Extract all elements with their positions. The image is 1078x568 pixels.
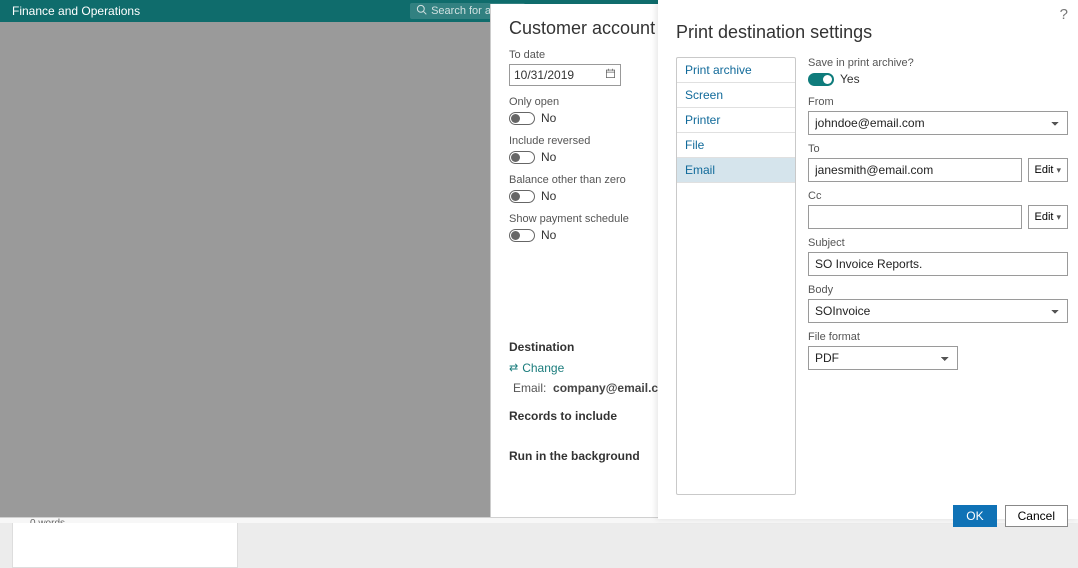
cc-edit-label: Edit <box>1035 211 1054 223</box>
only-open-value: No <box>541 111 556 125</box>
cc-label: Cc <box>808 190 1068 202</box>
to-edit-button[interactable]: Edit ▾ <box>1028 158 1069 182</box>
tab-file[interactable]: File <box>677 133 795 158</box>
help-icon[interactable]: ? <box>1060 6 1068 23</box>
body-select[interactable]: SOInvoice <box>808 299 1068 323</box>
file-format-select[interactable]: PDF <box>808 346 958 370</box>
chevron-down-icon: ▾ <box>1056 212 1061 223</box>
to-date-value: 10/31/2019 <box>514 68 574 82</box>
cc-input[interactable] <box>808 205 1022 229</box>
balance-value: No <box>541 189 556 203</box>
include-reversed-toggle[interactable] <box>509 151 535 164</box>
tab-printer[interactable]: Printer <box>677 108 795 133</box>
from-select[interactable]: johndoe@email.com <box>808 111 1068 135</box>
file-format-label: File format <box>808 331 1068 343</box>
balance-toggle[interactable] <box>509 190 535 203</box>
cc-edit-button[interactable]: Edit ▾ <box>1028 205 1069 229</box>
archive-toggle[interactable] <box>808 73 834 86</box>
tab-email[interactable]: Email <box>677 158 795 183</box>
include-reversed-value: No <box>541 150 556 164</box>
destination-tabs: Print archive Screen Printer File Email <box>676 57 796 495</box>
dialog-footer: OK Cancel <box>676 505 1068 527</box>
cancel-button[interactable]: Cancel <box>1005 505 1068 527</box>
only-open-toggle[interactable] <box>509 112 535 125</box>
print-destination-dialog: ? Print destination settings Print archi… <box>658 0 1078 519</box>
document-page <box>12 523 238 568</box>
to-label: To <box>808 143 1068 155</box>
change-label: Change <box>522 361 564 375</box>
change-destination-link[interactable]: ⇄ Change <box>509 361 564 375</box>
payment-schedule-value: No <box>541 228 556 242</box>
to-date-input[interactable]: 10/31/2019 <box>509 64 621 86</box>
document-background <box>0 523 1078 568</box>
dialog-title: Print destination settings <box>676 22 1068 43</box>
destination-email-label: Email: <box>513 381 546 395</box>
subject-input[interactable] <box>808 252 1068 276</box>
tab-screen[interactable]: Screen <box>677 83 795 108</box>
chevron-down-icon: ▾ <box>1056 165 1061 176</box>
email-form: Save in print archive? Yes From johndoe@… <box>808 57 1068 495</box>
calendar-icon[interactable] <box>605 68 616 82</box>
swap-icon: ⇄ <box>509 361 518 374</box>
from-label: From <box>808 96 1068 108</box>
archive-value: Yes <box>840 72 860 86</box>
payment-schedule-toggle[interactable] <box>509 229 535 242</box>
tab-print-archive[interactable]: Print archive <box>677 58 795 83</box>
subject-label: Subject <box>808 237 1068 249</box>
body-label: Body <box>808 284 1068 296</box>
archive-label: Save in print archive? <box>808 57 1068 69</box>
ok-button[interactable]: OK <box>953 505 996 527</box>
to-input[interactable] <box>808 158 1022 182</box>
search-icon <box>416 4 427 18</box>
to-edit-label: Edit <box>1035 164 1054 176</box>
app-title: Finance and Operations <box>12 4 140 18</box>
